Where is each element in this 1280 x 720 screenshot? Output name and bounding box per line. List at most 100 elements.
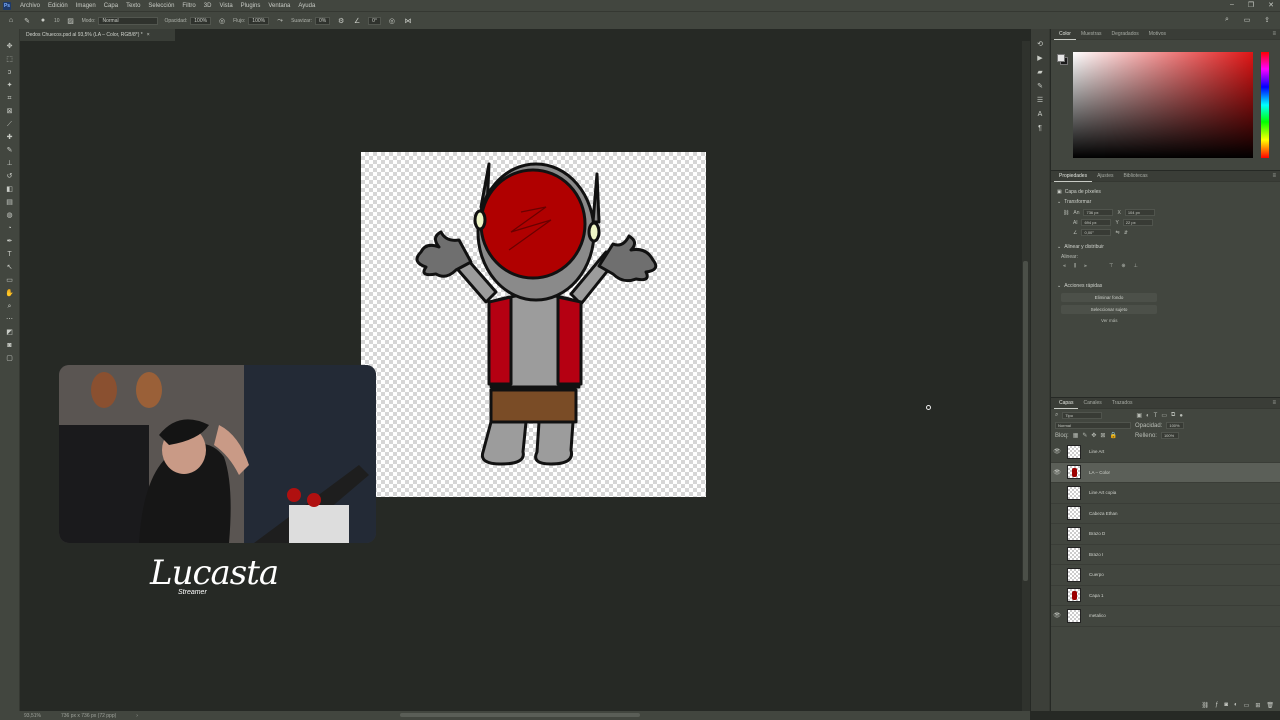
panel-menu-icon[interactable]: ≡ [1272, 31, 1276, 37]
link-layers-icon[interactable]: ⛓ [1201, 702, 1209, 709]
history-brush-icon[interactable]: ↺ [5, 171, 15, 181]
document-canvas[interactable] [361, 152, 706, 497]
dodge-tool-icon[interactable]: ◔ [5, 223, 15, 233]
link-icon[interactable]: ⛓ [1063, 210, 1069, 216]
align-section[interactable]: ⌄ Alinear y distribuir [1057, 244, 1274, 250]
filter-type-icon[interactable]: T [1154, 413, 1158, 419]
properties-menu-icon[interactable]: ≡ [1272, 173, 1276, 179]
lock-artboard-icon[interactable]: ⊠ [1100, 432, 1105, 439]
fg-bg-swatches[interactable] [1057, 54, 1069, 66]
comments-icon[interactable]: ▰ [1035, 67, 1045, 77]
layer-thumbnail[interactable] [1067, 485, 1081, 500]
healing-tool-icon[interactable]: ✚ [5, 132, 15, 142]
layers-menu-icon[interactable]: ≡ [1272, 400, 1276, 406]
align-right-icon[interactable]: ⫸ [1084, 263, 1087, 269]
angle-icon[interactable]: ∠ [352, 16, 362, 26]
filter-smart-icon[interactable]: ⧉ [1171, 412, 1175, 419]
layer-thumbnail[interactable] [1067, 567, 1081, 582]
move-tool-icon[interactable]: ✥ [5, 41, 15, 51]
hand-tool-icon[interactable]: ✋ [5, 288, 15, 298]
gradient-tool-icon[interactable]: ▤ [5, 197, 15, 207]
zoom-tool-icon[interactable]: ⌕ [5, 301, 15, 311]
layer-row[interactable]: 👁 metalico [1051, 606, 1280, 627]
layer-row[interactable]: Line Art copia [1051, 483, 1280, 504]
filter-pixel-icon[interactable]: ▣ [1136, 412, 1142, 419]
filter-adjust-icon[interactable]: ◐ [1146, 413, 1150, 419]
layer-name[interactable]: Cabeza Ethan [1089, 511, 1118, 516]
menu-vista[interactable]: Vista [215, 3, 236, 9]
menu-ayuda[interactable]: Ayuda [294, 3, 319, 9]
minimize-icon[interactable]: – [1230, 1, 1234, 9]
airbrush-icon[interactable]: ⤳ [275, 16, 285, 26]
visibility-eye-icon[interactable]: 👁 [1051, 448, 1063, 455]
menu-texto[interactable]: Texto [122, 3, 144, 9]
layer-thumbnail[interactable] [1067, 526, 1081, 541]
menu-ventana[interactable]: Ventana [264, 3, 294, 9]
tab-channels[interactable]: Canales [1078, 398, 1106, 409]
horizontal-scrollbar[interactable] [400, 713, 640, 717]
menu-edicion[interactable]: Edición [44, 3, 72, 9]
frame-tool-icon[interactable]: ⊠ [5, 106, 15, 116]
brush-settings-dock-icon[interactable]: ✎ [1035, 81, 1045, 91]
eyedropper-tool-icon[interactable]: ⟋ [5, 119, 15, 129]
adjustments-dock-icon[interactable]: ☰ [1035, 95, 1045, 105]
layer-opacity-field[interactable]: 100% [1166, 422, 1185, 429]
angle-field[interactable]: 0° [368, 16, 381, 25]
brush-tool-icon[interactable]: ✎ [22, 16, 32, 26]
fg-bg-colors-icon[interactable]: ◩ [5, 327, 15, 337]
document-tab[interactable]: Dedos Chuecos.psd al 93,5% (LA – Color, … [20, 29, 175, 41]
menu-filtro[interactable]: Filtro [178, 3, 199, 9]
layer-thumbnail[interactable] [1067, 506, 1081, 521]
menu-imagen[interactable]: Imagen [72, 3, 100, 9]
tab-color[interactable]: Color [1054, 29, 1076, 40]
lock-position-icon[interactable]: ✥ [1091, 432, 1096, 439]
character-icon[interactable]: A [1035, 109, 1045, 119]
tab-adjustments[interactable]: Ajustes [1092, 171, 1118, 182]
menu-seleccion[interactable]: Selección [144, 3, 178, 9]
y-field[interactable]: 22 px [1122, 219, 1153, 226]
flip-horizontal-icon[interactable]: ⇋ [1115, 230, 1119, 236]
align-left-icon[interactable]: ⫷ [1063, 263, 1066, 269]
layer-thumbnail[interactable] [1067, 547, 1081, 562]
blur-tool-icon[interactable]: ◍ [5, 210, 15, 220]
pen-tool-icon[interactable]: ✒ [5, 236, 15, 246]
brush-tool-icon-side[interactable]: ✎ [5, 145, 15, 155]
lock-pixels-icon[interactable]: ▦ [1073, 432, 1079, 439]
tab-swatches[interactable]: Muestras [1076, 29, 1107, 40]
adjustment-layer-icon[interactable]: ◐ [1234, 702, 1238, 709]
vertical-scrollbar[interactable] [1022, 41, 1030, 711]
quick-actions-section[interactable]: ⌄ Acciones rápidas [1057, 283, 1274, 289]
layer-name[interactable]: Line Art copia [1089, 490, 1116, 495]
new-layer-icon[interactable]: ⊞ [1255, 702, 1260, 709]
align-middle-icon[interactable]: ⊕ [1121, 263, 1125, 269]
more-tools-icon[interactable]: ⋯ [5, 314, 15, 324]
lock-all-icon[interactable]: 🔒 [1109, 432, 1116, 439]
marquee-tool-icon[interactable]: ⬚ [5, 54, 15, 64]
lasso-tool-icon[interactable]: ↄ [5, 67, 15, 77]
remove-background-button[interactable]: Eliminar fondo [1061, 293, 1157, 302]
gear-icon[interactable]: ⚙ [336, 16, 346, 26]
vertical-scroll-thumb[interactable] [1023, 261, 1028, 581]
saturation-brightness-field[interactable] [1073, 52, 1253, 158]
eraser-tool-icon[interactable]: ◧ [5, 184, 15, 194]
zoom-readout[interactable]: 93,51% [24, 713, 41, 719]
filter-kind-select[interactable]: Tipo [1062, 412, 1103, 419]
lock-paint-icon[interactable]: ✎ [1082, 432, 1087, 439]
transform-section[interactable]: ⌄ Transformar [1057, 199, 1274, 205]
menu-plugins[interactable]: Plugins [237, 3, 265, 9]
layer-row[interactable]: Brazo D [1051, 524, 1280, 545]
delete-layer-icon[interactable]: 🗑 [1266, 702, 1274, 709]
flow-field[interactable]: 100% [248, 16, 270, 25]
visibility-eye-icon[interactable]: 👁 [1051, 469, 1063, 476]
mode-select[interactable]: Normal [98, 16, 159, 25]
new-group-icon[interactable]: ▭ [1244, 702, 1250, 709]
menu-3d[interactable]: 3D [200, 3, 216, 9]
layer-thumbnail[interactable] [1067, 608, 1081, 623]
x-field[interactable]: 104 px [1124, 209, 1155, 216]
fx-icon[interactable]: ƒ [1215, 702, 1218, 709]
brush-preset-icon[interactable]: ● [38, 16, 48, 26]
tab-patterns[interactable]: Motivos [1144, 29, 1171, 40]
tab-gradients[interactable]: Degradados [1107, 29, 1144, 40]
filter-toggle-icon[interactable]: ● [1179, 413, 1183, 419]
flip-vertical-icon[interactable]: ⇵ [1124, 230, 1128, 236]
